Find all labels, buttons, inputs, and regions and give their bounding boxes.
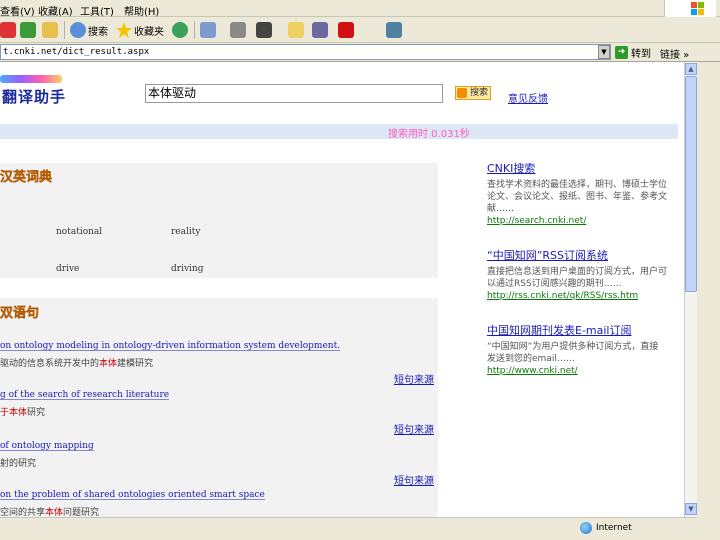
toolbar: 搜索 收藏夹 (0, 17, 720, 43)
sentence-source-link[interactable]: 短句来源 (394, 421, 434, 436)
folder-icon (288, 22, 304, 38)
address-input[interactable]: t.cnki.net/dict_result.aspx (0, 44, 611, 60)
favorites-toolbar-label: 收藏夹 (134, 26, 164, 38)
search-time-text: 搜索用时 0.031秒 (388, 129, 470, 140)
sentence-source-link[interactable]: 短句来源 (394, 371, 434, 386)
dictionary-panel: 汉英词典 notational reality drive driving (0, 163, 438, 278)
go-button[interactable]: ➜ 转到 (615, 45, 651, 60)
menu-bar: 查看(V) 收藏(A) 工具(T) 帮助(H) (0, 0, 720, 18)
ad-block: 中国知网期刊发表E-mail订阅 “中国知网”为用户提供多种订阅方式，直接发送到… (487, 322, 667, 377)
scroll-down-button[interactable]: ▼ (685, 503, 697, 515)
zone-label: Internet (596, 523, 632, 533)
sentence-english[interactable]: on the problem of shared ontologies orie… (0, 490, 265, 500)
menu-favorites[interactable]: 收藏(A) (38, 3, 73, 18)
search-input[interactable]: 本体驱动 (145, 84, 443, 103)
ad-title-link[interactable]: 中国知网期刊发表E-mail订阅 (487, 322, 667, 338)
ad-description: 查找学术资料的最佳选择，期刊、博硕士学位论文、会议论文、报纸、图书、年鉴、参考文… (487, 180, 668, 214)
history-icon (172, 22, 188, 38)
sentence-english[interactable]: on ontology modeling in ontology-driven … (0, 341, 341, 351)
sentence-chinese: 于本体研究 (0, 408, 46, 418)
chevron-down-icon: ▼ (688, 505, 694, 513)
globe-icon (580, 522, 592, 534)
scroll-thumb[interactable] (685, 76, 697, 292)
history-button[interactable] (172, 21, 188, 39)
sentence-english[interactable]: g of the search of research literature (0, 390, 170, 400)
magnifier-icon (70, 22, 86, 38)
messenger-icon (338, 22, 354, 38)
search-button[interactable]: 搜索 (455, 86, 491, 100)
favorites-toolbar-button[interactable]: 收藏夹 (116, 21, 164, 39)
mail-button[interactable] (200, 21, 216, 39)
logo-text: 翻译助手 (2, 88, 67, 106)
sentence-english[interactable]: of ontology mapping (0, 441, 94, 451)
edit-icon (256, 22, 272, 38)
status-bar: Internet (0, 517, 697, 540)
printer-icon (230, 22, 246, 38)
toolbar-separator (64, 21, 65, 39)
links-button[interactable]: 链接 » (660, 46, 689, 61)
tool-button[interactable] (386, 21, 402, 39)
ad-block: CNKI搜索 查找学术资料的最佳选择，期刊、博硕士学位论文、会议论文、报纸、图书… (487, 160, 667, 227)
research-button[interactable] (312, 21, 328, 39)
windows-logo (664, 0, 716, 17)
search-button-label: 搜索 (469, 88, 488, 98)
ad-description: 直接把信息送到用户桌面的订阅方式，用户可以通过RSS订阅感兴趣的期刊…… (487, 267, 668, 289)
ad-title-link[interactable]: “中国知网”RSS订阅系统 (487, 247, 667, 263)
ad-url-link[interactable]: http://www.cnki.net/ (487, 365, 667, 377)
sentences-title: 双语句 (0, 306, 40, 321)
sentence-chinese: 驱动的信息系统开发中的本体建模研究 (0, 359, 154, 369)
site-logo[interactable]: 翻译助手 (0, 71, 70, 106)
stop-icon (0, 22, 16, 38)
scroll-up-button[interactable]: ▲ (685, 63, 697, 75)
home-button[interactable] (42, 21, 58, 39)
search-icon (457, 88, 467, 98)
home-icon (42, 22, 58, 38)
ad-url-link[interactable]: http://rss.cnki.net/qk/RSS/rss.htm (487, 290, 667, 302)
search-toolbar-label: 搜索 (88, 26, 108, 38)
address-dropdown[interactable]: ▼ (598, 45, 610, 59)
ad-url-link[interactable]: http://search.cnki.net/ (487, 215, 667, 227)
dictionary-title: 汉英词典 (0, 170, 53, 185)
dict-word[interactable]: notational (56, 227, 102, 237)
ad-title-link[interactable]: CNKI搜索 (487, 160, 667, 176)
ad-description: “中国知网”为用户提供多种订阅方式，直接发送到您的email…… (487, 342, 659, 364)
tool-icon (386, 22, 402, 38)
dict-word[interactable]: driving (171, 264, 203, 274)
menu-help[interactable]: 帮助(H) (124, 3, 159, 18)
research-icon (312, 22, 328, 38)
go-arrow-icon: ➜ (615, 46, 628, 59)
star-icon (116, 22, 132, 38)
edit-button[interactable] (256, 21, 272, 39)
security-zone: Internet (580, 522, 632, 534)
ad-block: “中国知网”RSS订阅系统 直接把信息送到用户桌面的订阅方式，用户可以通过RSS… (487, 247, 667, 302)
dict-word[interactable]: drive (56, 264, 79, 274)
logo-stripe (0, 75, 62, 83)
folder-button[interactable] (288, 21, 304, 39)
messenger-button[interactable] (338, 21, 354, 39)
feedback-link[interactable]: 意见反馈 (508, 90, 548, 105)
menu-view[interactable]: 查看(V) (0, 3, 35, 18)
refresh-button[interactable] (20, 21, 36, 39)
vertical-scrollbar[interactable]: ▲ ▼ (684, 62, 697, 517)
stop-button[interactable] (0, 21, 16, 39)
dict-word[interactable]: reality (171, 227, 200, 237)
window-right-edge (697, 62, 720, 540)
search-toolbar-button[interactable]: 搜索 (70, 21, 108, 39)
address-bar: t.cnki.net/dict_result.aspx ▼ ➜ 转到 链接 » (0, 43, 720, 62)
sentence-chinese: 空间的共享本体问题研究 (0, 508, 100, 517)
page-viewport: 翻译助手 本体驱动 搜索 意见反馈 搜索用时 0.031秒 汉英词典 notat… (0, 62, 684, 517)
refresh-icon (20, 22, 36, 38)
toolbar-separator (194, 21, 195, 39)
sentence-chinese: 射的研究 (0, 459, 37, 469)
menu-tools[interactable]: 工具(T) (80, 3, 114, 18)
sentence-source-link[interactable]: 短句来源 (394, 472, 434, 487)
mail-icon (200, 22, 216, 38)
chevron-down-icon: ▼ (601, 48, 607, 56)
sentences-panel: 双语句 on ontology modeling in ontology-dri… (0, 298, 438, 517)
print-button[interactable] (230, 21, 246, 39)
windows-flag-icon (691, 2, 704, 15)
chevron-up-icon: ▲ (688, 65, 694, 73)
go-label: 转到 (631, 49, 651, 60)
search-time-bar: 搜索用时 0.031秒 (0, 124, 678, 140)
